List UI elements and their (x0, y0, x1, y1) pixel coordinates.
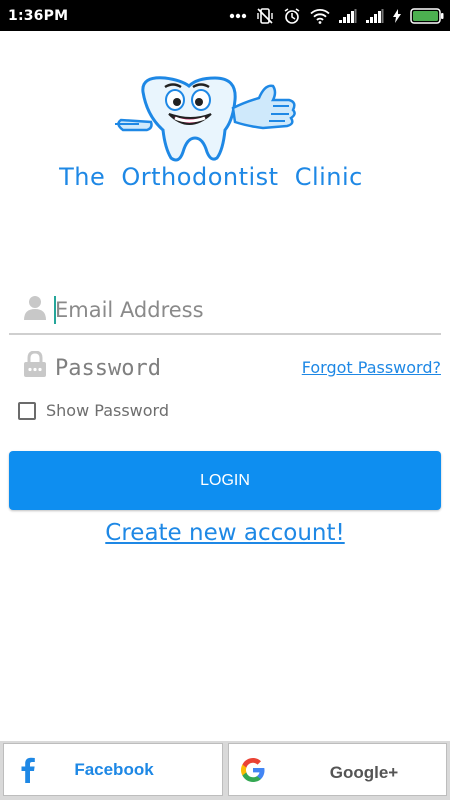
facebook-login-button[interactable]: Facebook (3, 743, 223, 796)
status-time: 1:36PM (8, 8, 69, 24)
more-dots-icon (229, 13, 247, 19)
show-password-label: Show Password (46, 401, 169, 420)
clinic-title: The Orthodontist Clinic (59, 163, 363, 191)
email-underline (9, 333, 441, 335)
lock-icon (24, 351, 46, 377)
vibrate-off-icon (257, 8, 273, 24)
create-account-link[interactable]: Create new account! (0, 520, 450, 546)
signal-1-icon (339, 9, 357, 23)
email-field[interactable] (55, 294, 435, 326)
google-login-button[interactable]: Google+ (228, 743, 447, 796)
tooth-mascot-icon (115, 76, 296, 162)
google-label: Google+ (329, 763, 399, 782)
charging-icon (393, 9, 401, 23)
alarm-icon (284, 8, 300, 24)
facebook-label: Facebook (74, 760, 154, 779)
password-row: Forgot Password? (9, 346, 441, 390)
battery-icon (410, 8, 444, 24)
google-icon (241, 758, 265, 782)
status-bar: 1:36PM (0, 0, 450, 31)
person-icon (24, 296, 46, 320)
password-field[interactable] (55, 352, 285, 384)
signal-2-icon (366, 9, 384, 23)
wifi-icon (310, 9, 330, 24)
email-row (9, 282, 441, 336)
show-password-toggle[interactable]: Show Password (18, 401, 169, 420)
show-password-checkbox[interactable] (18, 401, 36, 420)
status-icons (229, 5, 444, 27)
login-button[interactable]: LOGIN (9, 451, 441, 510)
social-login-bar: Facebook Google+ (0, 741, 450, 800)
forgot-password-link[interactable]: Forgot Password? (302, 358, 441, 377)
